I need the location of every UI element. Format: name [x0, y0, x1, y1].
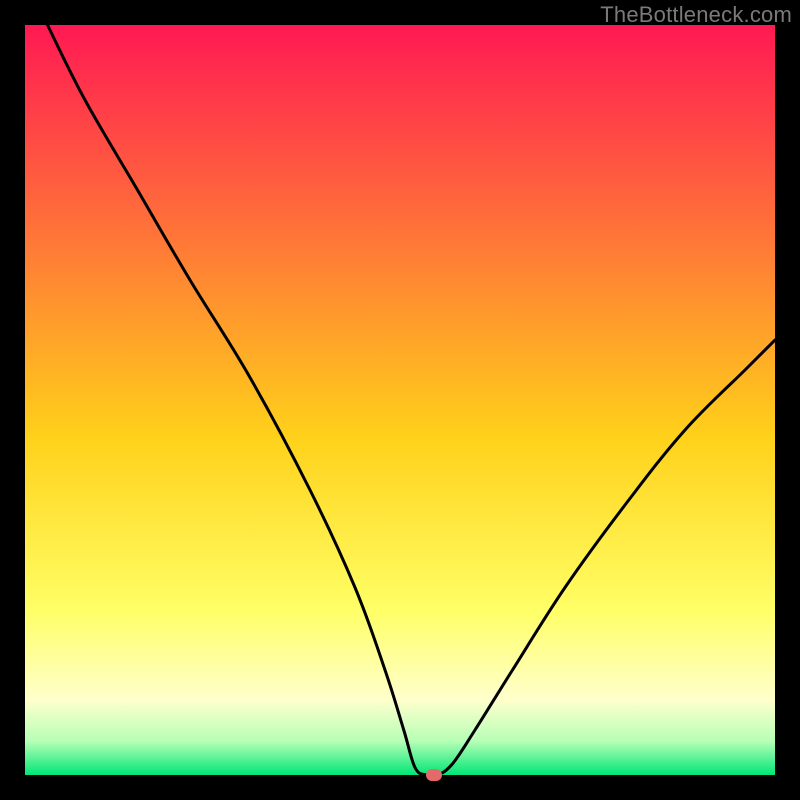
- plot-svg: [25, 25, 775, 775]
- optimal-point-marker: [426, 769, 442, 781]
- plot-frame: [25, 25, 775, 775]
- gradient-rect: [25, 25, 775, 775]
- watermark-text: TheBottleneck.com: [600, 2, 792, 28]
